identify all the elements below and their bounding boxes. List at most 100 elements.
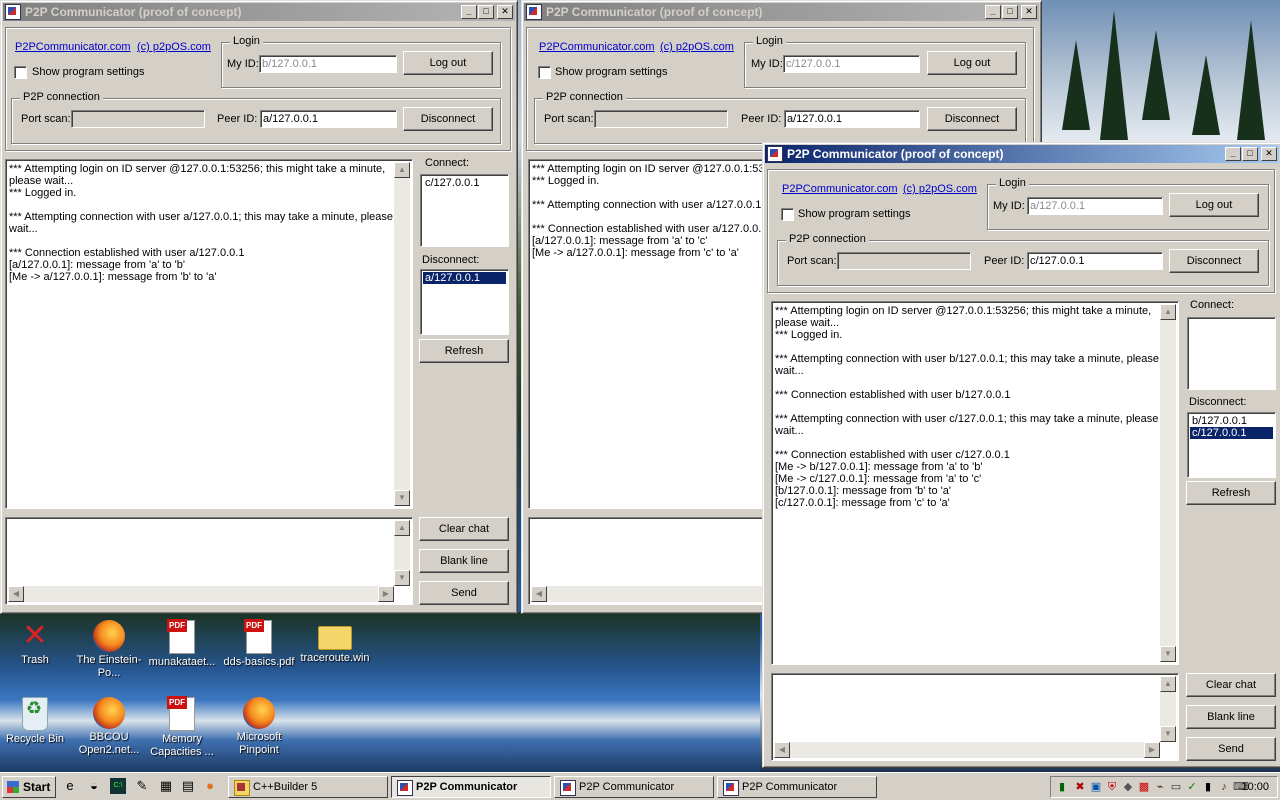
peer-id-field[interactable]: a/127.0.0.1	[784, 110, 920, 128]
disconnect-list[interactable]: a/127.0.0.1	[420, 269, 509, 335]
message-input[interactable]: ◀	[528, 517, 768, 605]
network-icon[interactable]: ▮	[1055, 780, 1069, 794]
send-button[interactable]: Send	[1186, 737, 1276, 761]
disconnect-list[interactable]: b/127.0.0.1 c/127.0.0.1	[1187, 412, 1276, 478]
message-input[interactable]: ▲ ▼ ◀ ▶	[771, 673, 1179, 761]
speaker-icon[interactable]: ♪	[1217, 780, 1231, 794]
list-item[interactable]: c/127.0.0.1	[1190, 427, 1273, 439]
usb-icon[interactable]: ⌁	[1153, 780, 1167, 794]
calculator-icon[interactable]: ▦	[158, 778, 174, 794]
maximize-button[interactable]: □	[478, 5, 494, 19]
my-id-field[interactable]: b/127.0.0.1	[259, 55, 397, 73]
app-tray-icon[interactable]: ✓	[1185, 780, 1199, 794]
input-hscrollbar[interactable]: ◀ ▶	[8, 586, 394, 602]
antivirus-icon[interactable]: ▩	[1137, 780, 1151, 794]
desktop-icon-recycle-bin[interactable]: Recycle Bin	[0, 697, 73, 746]
task-cppbuilder[interactable]: C++Builder 5	[228, 776, 388, 798]
desktop-icon-dds-basics[interactable]: dds-basics.pdf	[221, 619, 297, 669]
desktop-icon-traceroute[interactable]: traceroute.win	[297, 620, 373, 665]
window-titlebar[interactable]: P2P Communicator (proof of concept) _ □ …	[765, 145, 1279, 163]
peer-id-field[interactable]: c/127.0.0.1	[1027, 252, 1163, 270]
desktop-icon-bbcou[interactable]: BBCOU Open2.net...	[71, 697, 147, 757]
task-p2p-3[interactable]: P2P Communicator	[717, 776, 877, 798]
desktop-icon-trash[interactable]: ✕ Trash	[0, 620, 73, 667]
notepad-icon[interactable]: ▤	[180, 778, 196, 794]
refresh-button[interactable]: Refresh	[419, 339, 509, 363]
window-titlebar[interactable]: P2P Communicator (proof of concept) _ □ …	[524, 3, 1039, 21]
scroll-down-arrow[interactable]: ▼	[1160, 646, 1176, 662]
security-icon[interactable]: ✖	[1073, 780, 1087, 794]
logout-button[interactable]: Log out	[1169, 193, 1259, 217]
monitor-icon[interactable]: ▣	[1089, 780, 1103, 794]
show-settings-checkbox[interactable]	[538, 66, 551, 79]
p2pos-link[interactable]: (c) p2pOS.com	[137, 41, 211, 53]
logout-button[interactable]: Log out	[403, 51, 493, 75]
close-button[interactable]: ✕	[1261, 147, 1277, 161]
show-settings-checkbox[interactable]	[14, 66, 27, 79]
maximize-button[interactable]: □	[1242, 147, 1258, 161]
scroll-down-arrow[interactable]: ▼	[394, 570, 410, 586]
close-button[interactable]: ✕	[1021, 5, 1037, 19]
p2pos-link[interactable]: (c) p2pOS.com	[903, 183, 977, 195]
scroll-left-arrow[interactable]: ◀	[774, 742, 790, 758]
minimize-button[interactable]: _	[985, 5, 1001, 19]
chat-log[interactable]: *** Attempting login on ID server @127.0…	[5, 159, 413, 509]
clear-chat-button[interactable]: Clear chat	[419, 517, 509, 541]
desktop-icon-einstein[interactable]: The Einstein-Po...	[71, 620, 147, 680]
shield-icon[interactable]: ⛨	[1105, 780, 1119, 794]
scroll-up-arrow[interactable]: ▲	[1160, 304, 1176, 320]
input-vscrollbar[interactable]: ▲ ▼	[394, 520, 410, 586]
p2pcommunicator-link[interactable]: P2PCommunicator.com	[15, 41, 131, 53]
refresh-button[interactable]: Refresh	[1186, 481, 1276, 505]
connect-list[interactable]	[1187, 317, 1276, 390]
disconnect-button[interactable]: Disconnect	[403, 107, 493, 131]
p2pos-link[interactable]: (c) p2pOS.com	[660, 41, 734, 53]
p2pcommunicator-link[interactable]: P2PCommunicator.com	[539, 41, 655, 53]
clear-chat-button[interactable]: Clear chat	[1186, 673, 1276, 697]
task-p2p-2[interactable]: P2P Communicator	[554, 776, 714, 798]
chat-log[interactable]: *** Attempting login on ID server @127.0…	[528, 159, 768, 509]
desktop-icon-pinpoint[interactable]: Microsoft Pinpoint	[221, 697, 297, 757]
input-hscrollbar[interactable]: ◀	[531, 586, 767, 602]
display-icon[interactable]: ▭	[1169, 780, 1183, 794]
chat-log-scrollbar[interactable]: ▲ ▼	[1160, 304, 1176, 662]
tools-icon[interactable]: ✎	[134, 778, 150, 794]
scroll-up-arrow[interactable]: ▲	[394, 520, 410, 536]
list-item[interactable]: b/127.0.0.1	[1190, 415, 1273, 427]
scroll-right-arrow[interactable]: ▶	[1144, 742, 1160, 758]
scroll-down-arrow[interactable]: ▼	[1160, 726, 1176, 742]
list-item[interactable]: c/127.0.0.1	[423, 177, 506, 189]
scroll-left-arrow[interactable]: ◀	[531, 586, 547, 602]
scroll-left-arrow[interactable]: ◀	[8, 586, 24, 602]
scroll-up-arrow[interactable]: ▲	[394, 162, 410, 178]
desktop-icon-memory-capacities[interactable]: Memory Capacities ...	[144, 696, 220, 759]
start-button[interactable]: Start	[2, 776, 56, 798]
battery-icon[interactable]: ▮	[1201, 780, 1215, 794]
message-input[interactable]: ▲ ▼ ◀ ▶	[5, 517, 413, 605]
disconnect-button[interactable]: Disconnect	[1169, 249, 1259, 273]
task-p2p-1[interactable]: P2P Communicator	[391, 776, 551, 798]
peer-id-field[interactable]: a/127.0.0.1	[260, 110, 397, 128]
input-vscrollbar[interactable]: ▲ ▼	[1160, 676, 1176, 742]
scroll-down-arrow[interactable]: ▼	[394, 490, 410, 506]
ie-icon[interactable]: e	[62, 778, 78, 794]
firefox-icon[interactable]: ●	[202, 778, 218, 794]
minimize-button[interactable]: _	[1225, 147, 1241, 161]
blank-line-button[interactable]: Blank line	[1186, 705, 1276, 729]
minimize-button[interactable]: _	[461, 5, 477, 19]
my-id-field[interactable]: a/127.0.0.1	[1027, 197, 1163, 215]
scroll-up-arrow[interactable]: ▲	[1160, 676, 1176, 692]
list-item[interactable]: a/127.0.0.1	[423, 272, 506, 284]
connect-list[interactable]: c/127.0.0.1	[420, 174, 509, 247]
volume-icon[interactable]: ◆	[1121, 780, 1135, 794]
show-settings-checkbox[interactable]	[781, 208, 794, 221]
close-button[interactable]: ✕	[497, 5, 513, 19]
blank-line-button[interactable]: Blank line	[419, 549, 509, 573]
logout-button[interactable]: Log out	[927, 51, 1017, 75]
disconnect-button[interactable]: Disconnect	[927, 107, 1017, 131]
maximize-button[interactable]: □	[1002, 5, 1018, 19]
scroll-right-arrow[interactable]: ▶	[378, 586, 394, 602]
desktop-icon-munakata[interactable]: munakataet...	[144, 619, 220, 669]
p2pcommunicator-link[interactable]: P2PCommunicator.com	[782, 183, 898, 195]
terminal-icon[interactable]: C:\	[110, 778, 126, 794]
